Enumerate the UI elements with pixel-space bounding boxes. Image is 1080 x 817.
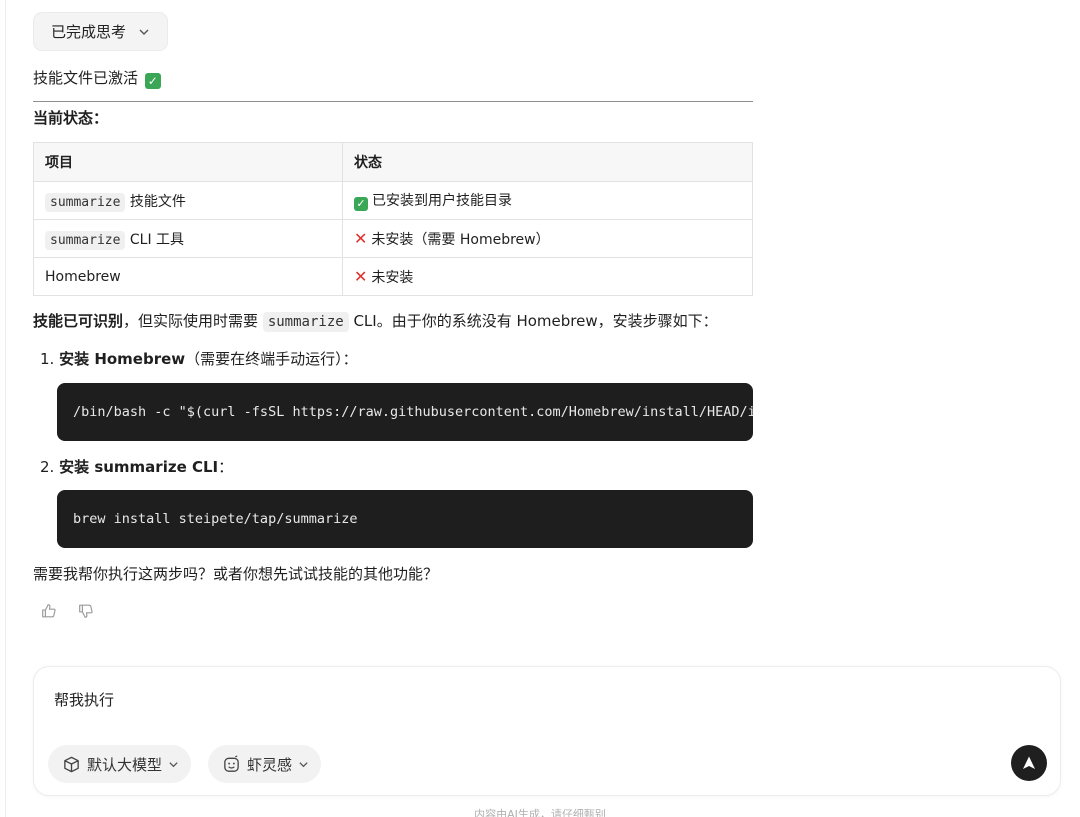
status-table: 项目 状态 summarize 技能文件 ✓ 已安装到用户技能目录 summari… [33,142,753,296]
model-selector[interactable]: 默认大模型 [48,745,192,783]
table-cell-item: summarize 技能文件 [33,181,343,220]
status-text: 未安装（需要 Homebrew） [371,231,550,248]
cross-icon: ✕ [354,228,368,248]
table-cell-status: ✓ 已安装到用户技能目录 [342,181,753,220]
code-block[interactable]: /bin/bash -c "$(curl -fsSL https://raw.g… [57,383,753,441]
status-heading: 当前状态： [33,109,109,127]
chevron-down-icon [299,761,308,767]
step-1: 1. 安装 Homebrew（需要在终端手动运行）： [40,348,358,369]
composer: 帮我执行 默认大模型 虾灵感 [33,666,1061,796]
model-label: 默认大模型 [87,755,163,774]
item-text: Homebrew [45,268,121,285]
mode-label: 虾灵感 [247,755,293,774]
like-button[interactable] [38,600,60,622]
send-button[interactable] [1011,745,1047,781]
left-border [5,0,6,817]
status-text: 未安装 [371,269,414,286]
table-cell-item: summarize CLI 工具 [33,219,343,258]
table-row: summarize CLI 工具 ✕ 未安装（需要 Homebrew） [33,219,753,258]
check-icon: ✓ [354,196,368,211]
activation-line: 技能文件已激活 ✓ [33,67,161,89]
para-bold: 技能已可识别 [33,312,124,330]
thumbs-up-icon [42,604,56,618]
item-text: 技能文件 [129,193,186,210]
table-cell-status: ✕ 未安装 [342,257,753,296]
check-icon: ✓ [144,73,161,89]
table-header-item: 项目 [33,142,343,182]
step-number: 2. [40,458,55,476]
code-block[interactable]: brew install steipete/tap/summarize [57,490,753,548]
step-number: 1. [40,350,55,368]
divider [33,101,753,102]
para-text: CLI。由于你的系统没有 Homebrew，安装步骤如下： [353,312,718,330]
table-header-row: 项目 状态 [33,142,753,182]
item-text: CLI 工具 [129,231,185,248]
step-note: （需要在终端手动运行）： [185,350,358,368]
chevron-down-icon [169,761,178,767]
table-row: summarize 技能文件 ✓ 已安装到用户技能目录 [33,181,753,220]
inline-code: summarize [45,230,126,250]
table-cell-status: ✕ 未安装（需要 Homebrew） [342,219,753,258]
closing-question: 需要我帮你执行这两步吗？或者你想先试试技能的其他功能？ [33,565,439,583]
table-row: Homebrew ✕ 未安装 [33,257,753,296]
chevron-down-icon [139,29,149,35]
send-icon [1023,756,1035,769]
mode-selector[interactable]: 虾灵感 [208,745,322,783]
ai-disclaimer: 内容由AI生成，请仔细甄别 [474,808,606,817]
step-title: 安装 summarize CLI [59,458,219,476]
status-text: 已安装到用户技能目录 [372,193,512,210]
thinking-toggle-button[interactable]: 已完成思考 [33,12,169,51]
table-header-status: 状态 [342,142,753,182]
explanation-paragraph: 技能已可识别，但实际使用时需要 summarize CLI。由于你的系统没有 H… [33,310,718,332]
inline-code: summarize [262,312,349,332]
message-input[interactable]: 帮我执行 [54,689,114,710]
step-title: 安装 Homebrew [59,350,186,368]
thumbs-down-icon [79,604,93,618]
cube-icon [64,756,79,772]
smile-face-icon [224,754,239,772]
table-cell-item: Homebrew [33,257,343,296]
step-2: 2. 安装 summarize CLI： [40,456,233,477]
thinking-label: 已完成思考 [51,23,127,41]
cross-icon: ✕ [354,266,368,286]
activation-text: 技能文件已激活 [33,69,139,87]
inline-code: summarize [45,192,126,212]
para-text: ，但实际使用时需要 [123,312,259,330]
dislike-button[interactable] [75,600,97,622]
step-note: ： [218,458,234,476]
